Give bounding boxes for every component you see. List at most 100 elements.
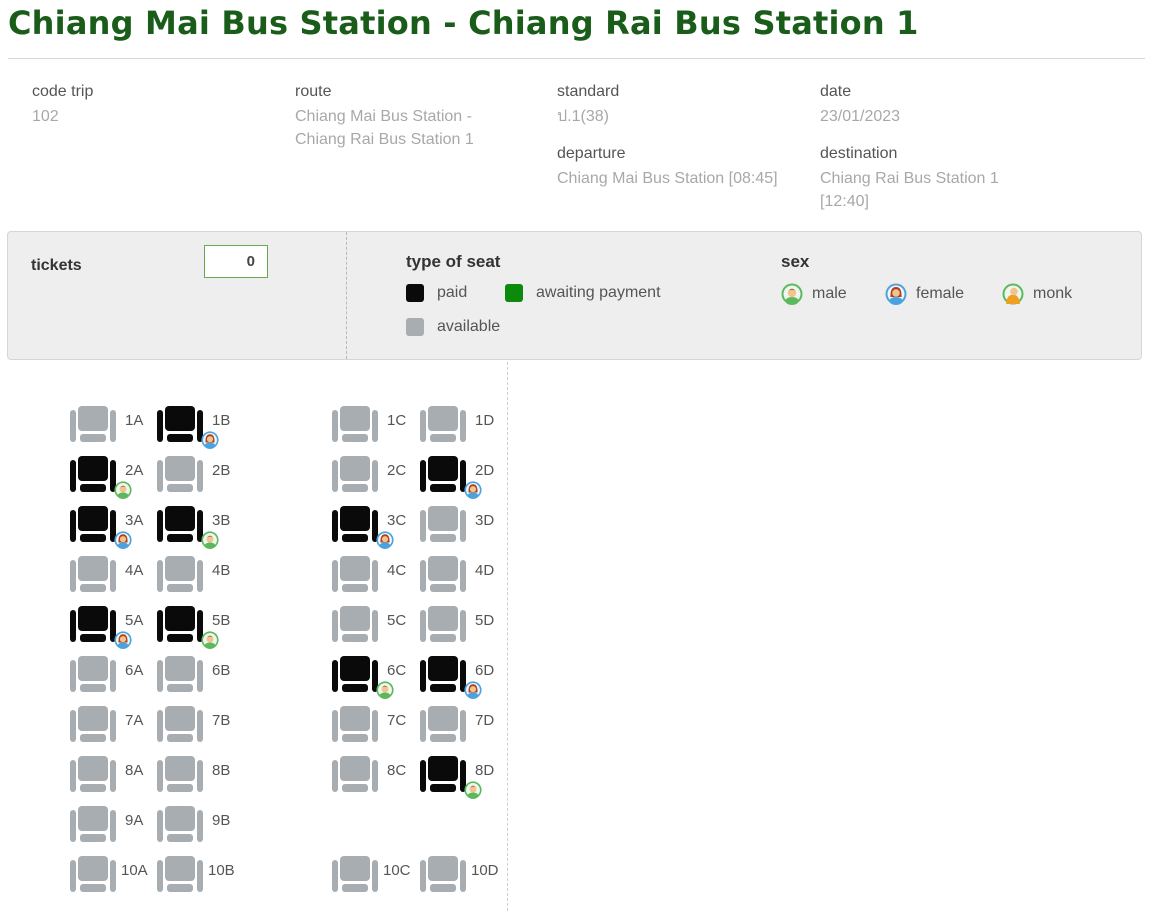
seat-label: 7D: [475, 712, 495, 729]
seat-label: 1D: [475, 412, 495, 429]
seat-8a[interactable]: 8A: [70, 756, 165, 802]
seat-label: 3D: [475, 512, 495, 529]
trip-code-block: code trip 102: [32, 80, 93, 128]
seat-5c[interactable]: 5C: [332, 606, 427, 652]
seat-4b[interactable]: 4B: [157, 556, 252, 602]
seat-10c[interactable]: 10C: [332, 856, 427, 902]
date-block: date 23/01/2023: [820, 80, 900, 128]
seat-icon: [420, 706, 466, 742]
seat-7d[interactable]: 7D: [420, 706, 515, 752]
seat-9a[interactable]: 9A: [70, 806, 165, 852]
seat-icon: [332, 506, 378, 542]
seat-9b[interactable]: 9B: [157, 806, 252, 852]
seat-label: 8A: [125, 762, 144, 779]
seat-label: 6A: [125, 662, 144, 679]
seat-icon: [157, 506, 203, 542]
seat-icon: [332, 606, 378, 642]
legend-female-label: female: [916, 285, 965, 302]
seat-icon: [332, 456, 378, 492]
seat-3b[interactable]: 3B: [157, 506, 252, 552]
seat-icon: [420, 556, 466, 592]
seat-icon: [332, 856, 378, 892]
standard-block: standard ป.1(38): [557, 80, 619, 128]
seat-label: 4D: [475, 562, 495, 579]
seat-icon: [70, 806, 116, 842]
seat-label: 7C: [387, 712, 407, 729]
seat-icon: [157, 606, 203, 642]
seat-4d[interactable]: 4D: [420, 556, 515, 602]
seat-3c[interactable]: 3C: [332, 506, 427, 552]
seat-icon: [70, 606, 116, 642]
seat-icon: [157, 806, 203, 842]
seat-8d[interactable]: 8D: [420, 756, 515, 802]
seat-label: 2B: [212, 462, 231, 479]
female-passenger-icon: [114, 631, 132, 654]
seat-6b[interactable]: 6B: [157, 656, 252, 702]
seat-label: 2A: [125, 462, 144, 479]
seat-icon: [420, 506, 466, 542]
seat-1a[interactable]: 1A: [70, 406, 165, 452]
seat-5a[interactable]: 5A: [70, 606, 165, 652]
seat-4c[interactable]: 4C: [332, 556, 427, 602]
standard-label: standard: [557, 83, 620, 100]
seat-1b[interactable]: 1B: [157, 406, 252, 452]
destination-value-line2: [12:40]: [820, 193, 869, 210]
seat-8c[interactable]: 8C: [332, 756, 427, 802]
seat-7a[interactable]: 7A: [70, 706, 165, 752]
tickets-input[interactable]: [204, 245, 268, 278]
legend-awaiting: awaiting payment: [505, 284, 661, 302]
seat-2c[interactable]: 2C: [332, 456, 427, 502]
seat-2b[interactable]: 2B: [157, 456, 252, 502]
route-block: route Chiang Mai Bus Station - Chiang Ra…: [295, 80, 474, 151]
seat-label: 10A: [121, 862, 148, 879]
seat-6a[interactable]: 6A: [70, 656, 165, 702]
seat-label: 1A: [125, 412, 144, 429]
legend-panel: tickets type of seat paid awaiting payme…: [7, 231, 1142, 360]
seat-label: 8B: [212, 762, 231, 779]
seat-icon: [332, 656, 378, 692]
seat-label: 7B: [212, 712, 231, 729]
seat-label: 5D: [475, 612, 495, 629]
seat-label: 7A: [125, 712, 144, 729]
departure-block: departure Chiang Mai Bus Station [08:45]: [557, 142, 778, 190]
seat-icon: [157, 856, 203, 892]
seat-label: 10B: [208, 862, 235, 879]
seat-icon: [420, 656, 466, 692]
seat-5d[interactable]: 5D: [420, 606, 515, 652]
seat-2a[interactable]: 2A: [70, 456, 165, 502]
seat-10d[interactable]: 10D: [420, 856, 515, 902]
male-passenger-icon: [114, 481, 132, 504]
seat-6c[interactable]: 6C: [332, 656, 427, 702]
seat-6d[interactable]: 6D: [420, 656, 515, 702]
seat-label: 10D: [471, 862, 499, 879]
seat-1c[interactable]: 1C: [332, 406, 427, 452]
seat-10b[interactable]: 10B: [157, 856, 252, 902]
legend-awaiting-label: awaiting payment: [536, 284, 661, 301]
seat-map: 1A 1B 1C 1D 2A 2B 2C 2D 3A 3B 3C 3D 4A 4B 4C 4D 5A 5B 5C 5D…: [0, 0, 1151, 911]
seat-3d[interactable]: 3D: [420, 506, 515, 552]
legend-monk-label: monk: [1033, 285, 1073, 302]
seat-label: 6B: [212, 662, 231, 679]
seat-3a[interactable]: 3A: [70, 506, 165, 552]
seat-label: 10C: [383, 862, 411, 879]
seat-5b[interactable]: 5B: [157, 606, 252, 652]
female-passenger-icon: [201, 431, 219, 454]
legend-female: female: [885, 283, 964, 305]
destination-value-line1: Chiang Rai Bus Station 1: [820, 170, 999, 187]
seat-2d[interactable]: 2D: [420, 456, 515, 502]
seat-8b[interactable]: 8B: [157, 756, 252, 802]
male-passenger-icon: [201, 631, 219, 654]
seat-icon: [420, 606, 466, 642]
seat-label: 4B: [212, 562, 231, 579]
seat-1d[interactable]: 1D: [420, 406, 515, 452]
seat-10a[interactable]: 10A: [70, 856, 165, 902]
date-value: 23/01/2023: [820, 108, 901, 125]
seat-icon: [420, 856, 466, 892]
seat-7b[interactable]: 7B: [157, 706, 252, 752]
seat-label: 4C: [387, 562, 407, 579]
male-passenger-icon: [201, 531, 219, 554]
seat-4a[interactable]: 4A: [70, 556, 165, 602]
seat-7c[interactable]: 7C: [332, 706, 427, 752]
awaiting-swatch: [505, 284, 523, 302]
seat-label: 3B: [212, 512, 231, 529]
